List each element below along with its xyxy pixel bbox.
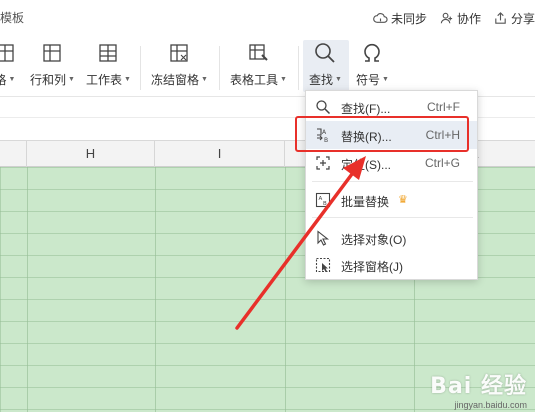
share-button[interactable]: 分享 [493,10,535,27]
row-col-button[interactable]: 行和列 ▼ [30,40,75,88]
collaborate-label: 协作 [456,12,481,26]
ribbon: 格 ▼ 行和列 ▼ 工作表 ▼ 冻结窗格 ▼ 表格工具 ▼ 查找 ▼ 符号 ▼ [0,36,535,96]
search-icon [315,43,336,63]
share-label: 分享 [510,12,535,26]
freeze-panes-button[interactable]: 冻结窗格 ▼ [151,40,208,88]
menu-divider [312,181,473,182]
ribbon-divider [219,46,220,90]
grid-col-line [285,167,286,412]
select-object-icon [317,230,330,246]
cloud-sync-icon [373,13,388,23]
table-tools-icon [249,44,269,61]
sync-status-label: 未同步 [390,12,427,26]
column-header-i[interactable]: I [155,141,285,167]
collaborate-button[interactable]: 协作 [439,10,481,27]
freeze-panes-icon [170,44,189,62]
menu-item-select-object-label: 选择对象(O) [341,233,407,247]
cell-format-button[interactable]: 格 ▼ [0,40,18,88]
menu-item-batch-replace-label: 批量替换 [341,195,390,209]
locate-icon [316,156,330,170]
collaborate-icon [440,12,453,24]
chevron-down-icon: ▼ [68,76,75,83]
find-label: 查找 [309,73,334,87]
chevron-down-icon: ▼ [382,76,389,83]
cell-format-label: 格 [0,73,7,87]
find-button[interactable]: 查找 ▼ [309,40,342,88]
menu-item-find-shortcut: Ctrl+F [427,100,460,114]
menu-item-batch-replace[interactable]: AB 批量替换 ♛ [306,186,477,214]
svg-text:A: A [319,196,323,202]
row-col-label: 行和列 [30,73,67,87]
table-tools-label: 表格工具 [230,73,279,87]
share-icon [495,12,506,24]
watermark-logo-text: Bai 经验 [430,374,527,399]
worksheet-icon [99,44,118,62]
chevron-down-icon: ▼ [335,76,342,83]
chevron-down-icon: ▼ [201,76,208,83]
symbol-label: 符号 [356,73,381,87]
worksheet-button[interactable]: 工作表 ▼ [86,40,131,88]
column-header-g[interactable] [0,141,27,167]
column-header-h[interactable]: H [27,141,155,167]
title-bar: 模板 未同步 协作 分享 [0,0,535,36]
omega-symbol-icon [364,43,381,62]
freeze-panes-label: 冻结窗格 [151,73,200,87]
cell-format-icon [0,44,14,62]
highlight-box [295,116,469,152]
baidu-jingyan-watermark: Bai 经验 jingyan.baidu.com [430,368,527,410]
chevron-down-icon: ▼ [8,76,16,83]
grid-col-line [27,167,28,412]
sync-status-button[interactable]: 未同步 [373,10,427,27]
menu-item-locate-label: 定位(S)... [341,158,391,172]
menu-item-locate[interactable]: 定位(S)... Ctrl+G [306,149,477,177]
grid-col-line [155,167,156,412]
menu-divider [312,217,473,218]
worksheet-label: 工作表 [86,73,123,87]
row-col-icon [43,44,62,62]
ribbon-divider [298,46,299,90]
template-tab-label[interactable]: 模板 [0,9,24,26]
menu-item-selection-pane[interactable]: 选择窗格(J) [306,251,477,279]
ribbon-divider [140,46,141,90]
menu-item-find-label: 查找(F)... [341,102,391,116]
chevron-down-icon: ▼ [280,76,287,83]
batch-replace-icon: AB [315,192,331,208]
menu-item-select-object[interactable]: 选择对象(O) [306,224,477,252]
table-tools-button[interactable]: 表格工具 ▼ [230,40,287,88]
svg-text:B: B [323,201,327,207]
selection-pane-icon [315,257,331,273]
search-icon [316,100,331,115]
chevron-down-icon: ▼ [124,76,131,83]
menu-item-selection-pane-label: 选择窗格(J) [341,260,403,274]
menu-item-locate-shortcut: Ctrl+G [424,156,460,170]
symbol-button[interactable]: 符号 ▼ [356,40,389,88]
watermark-url: jingyan.baidu.com [454,400,527,410]
crown-icon: ♛ [398,194,408,206]
title-actions: 未同步 协作 分享 [373,10,535,27]
